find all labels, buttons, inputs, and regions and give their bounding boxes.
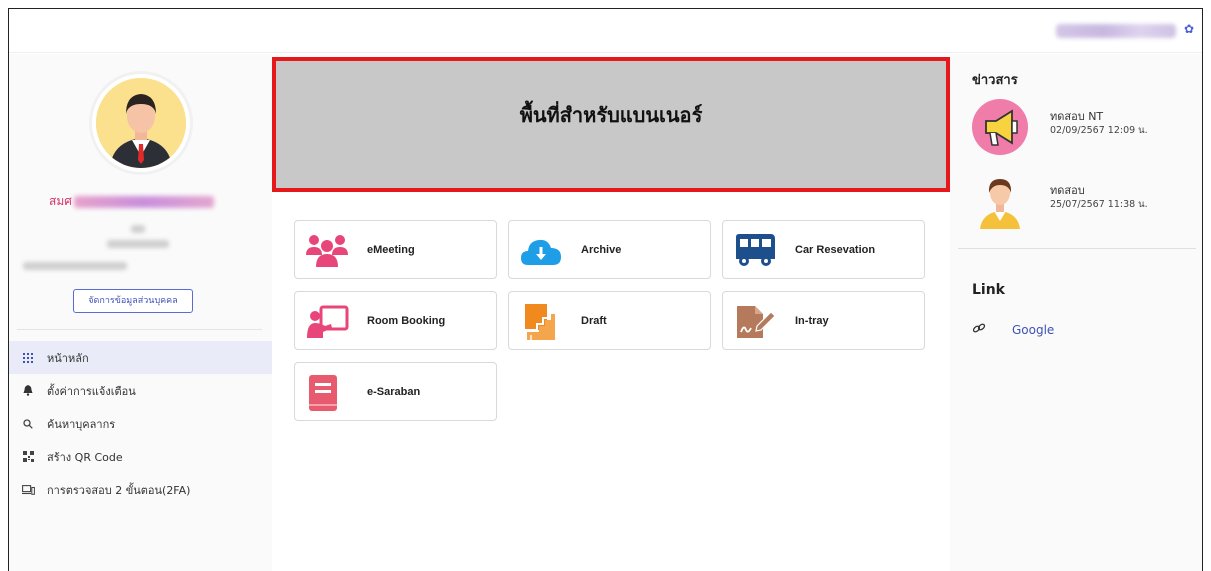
link-icon bbox=[972, 322, 992, 338]
app-tile-in-tray[interactable]: In-tray bbox=[722, 291, 925, 350]
sidebar-item-label: การตรวจสอบ 2 ขั้นตอน(2FA) bbox=[47, 483, 191, 497]
sidebar-menu: หน้าหลัก ตั้งค่าการแจ้งเตือน ค้นหาบุคลาก… bbox=[9, 341, 272, 506]
app-tile-car-reservation[interactable]: Car Resevation bbox=[722, 220, 925, 279]
profile-info-blurred bbox=[107, 240, 169, 248]
profile-name: สมศ bbox=[49, 192, 214, 211]
top-bar: ✿ bbox=[9, 9, 1202, 53]
sidebar: สมศ จัดการข้อมูลส่วนบุคคล หน้าหลัก ตั้งค… bbox=[9, 54, 272, 571]
app-label: e-Saraban bbox=[367, 385, 421, 398]
app-label: In-tray bbox=[795, 314, 829, 327]
sidebar-item-label: ตั้งค่าการแจ้งเตือน bbox=[47, 384, 136, 398]
app-window: ✿ สมศ จัดการข้อมูลส่วนบุคคล หน้าหลัก ตั้… bbox=[8, 8, 1203, 571]
presentation-icon bbox=[307, 305, 349, 338]
news-item-date: 25/07/2567 11:38 น. bbox=[1050, 199, 1148, 210]
book-icon bbox=[309, 375, 337, 411]
app-label: eMeeting bbox=[367, 243, 415, 256]
sidebar-item-label: ค้นหาบุคลากร bbox=[47, 417, 116, 431]
profile-info-blurred bbox=[23, 262, 127, 270]
app-label: Car Resevation bbox=[795, 243, 876, 256]
app-tile-e-saraban[interactable]: e-Saraban bbox=[294, 362, 497, 421]
banner-text: พื้นที่สำหรับแบนเนอร์ bbox=[519, 103, 703, 127]
sidebar-item-label: หน้าหลัก bbox=[47, 351, 89, 365]
cloud-download-icon bbox=[521, 239, 561, 265]
grid-icon bbox=[21, 351, 35, 365]
avatar bbox=[92, 74, 190, 172]
links-title: Link bbox=[972, 282, 1005, 298]
news-item[interactable]: ทดสอบ NT 02/09/2567 12:09 น. bbox=[972, 99, 1202, 159]
draft-icon bbox=[525, 304, 555, 340]
divider bbox=[958, 248, 1196, 249]
megaphone-icon bbox=[972, 99, 1028, 155]
right-panel: ข่าวสาร ทดสอบ NT 02/09/2567 12:09 น. ทดส… bbox=[950, 54, 1202, 571]
profile-person-icon bbox=[96, 78, 186, 168]
gear-icon[interactable]: ✿ bbox=[1184, 22, 1194, 36]
search-icon bbox=[21, 417, 35, 431]
app-label: Draft bbox=[581, 314, 607, 327]
qr-code-icon bbox=[21, 450, 35, 464]
app-tile-room-booking[interactable]: Room Booking bbox=[294, 291, 497, 350]
sidebar-item-label: สร้าง QR Code bbox=[47, 450, 123, 464]
bell-icon bbox=[21, 384, 35, 398]
link-label: Google bbox=[1012, 323, 1055, 337]
person-avatar-icon bbox=[980, 179, 1020, 229]
user-name-blurred[interactable] bbox=[1056, 24, 1176, 38]
news-title: ข่าวสาร bbox=[972, 73, 1018, 88]
sidebar-item-notification-settings[interactable]: ตั้งค่าการแจ้งเตือน bbox=[9, 374, 272, 407]
profile-info-blurred bbox=[131, 225, 145, 233]
sidebar-item-search-staff[interactable]: ค้นหาบุคลากร bbox=[9, 407, 272, 440]
news-item-date: 02/09/2567 12:09 น. bbox=[1050, 125, 1148, 136]
news-item[interactable]: ทดสอบ 25/07/2567 11:38 น. bbox=[972, 173, 1202, 233]
app-tile-archive[interactable]: Archive bbox=[508, 220, 711, 279]
link-item-google[interactable]: Google bbox=[972, 322, 1054, 338]
app-label: Room Booking bbox=[367, 314, 446, 327]
app-tile-emeeting[interactable]: eMeeting bbox=[294, 220, 497, 279]
sidebar-item-home[interactable]: หน้าหลัก bbox=[9, 341, 272, 374]
bus-icon bbox=[736, 234, 775, 266]
app-tile-draft[interactable]: Draft bbox=[508, 291, 711, 350]
sidebar-item-qr-code[interactable]: สร้าง QR Code bbox=[9, 440, 272, 473]
manage-profile-button[interactable]: จัดการข้อมูลส่วนบุคคล bbox=[73, 289, 193, 313]
device-icon bbox=[21, 483, 35, 497]
people-icon bbox=[306, 235, 348, 267]
divider bbox=[17, 329, 262, 330]
signature-icon bbox=[737, 306, 776, 338]
sidebar-item-2fa[interactable]: การตรวจสอบ 2 ขั้นตอน(2FA) bbox=[9, 473, 272, 506]
banner-area: พื้นที่สำหรับแบนเนอร์ bbox=[272, 57, 950, 192]
app-label: Archive bbox=[581, 243, 622, 256]
